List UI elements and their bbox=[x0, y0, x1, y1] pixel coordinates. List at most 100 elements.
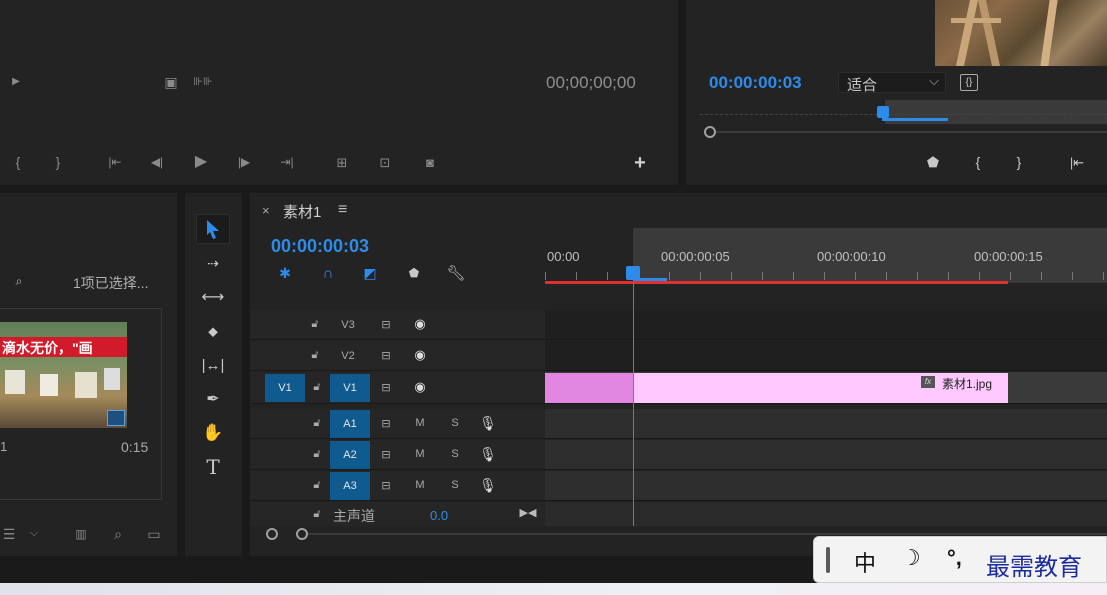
source-patch-v1[interactable]: V1 bbox=[265, 374, 305, 402]
insert-icon[interactable]: ⊞ bbox=[330, 152, 354, 172]
step-forward-icon[interactable]: |▶ bbox=[234, 153, 254, 171]
linked-selection-icon[interactable]: ◩ bbox=[360, 264, 380, 282]
lane-v3[interactable] bbox=[545, 310, 1107, 340]
selection-tool-icon[interactable] bbox=[196, 214, 230, 244]
ime-punct-toggle[interactable]: °, bbox=[947, 545, 962, 571]
search-bin-icon[interactable]: ⌕ bbox=[10, 273, 28, 289]
wrench-settings-icon[interactable]: 🔧︎ bbox=[446, 263, 466, 283]
close-sequence-icon[interactable]: × bbox=[262, 203, 270, 218]
snap-magnet-icon[interactable]: ∩ bbox=[318, 264, 338, 282]
mute-a1-button[interactable]: M bbox=[413, 416, 427, 430]
lock-master-icon[interactable]: 🔓︎ bbox=[310, 507, 324, 521]
program-go-to-in-icon[interactable]: |⇤ bbox=[1066, 153, 1088, 171]
solo-a3-button[interactable]: S bbox=[448, 478, 462, 492]
track-target-a3[interactable]: A3 bbox=[330, 472, 370, 500]
step-back-icon[interactable]: ◀| bbox=[147, 153, 167, 171]
master-track-expand-icon[interactable]: ▶◀ bbox=[519, 506, 537, 520]
eye-v2-icon[interactable]: ◉ bbox=[411, 347, 429, 362]
lock-v2-icon[interactable]: 🔓︎ bbox=[308, 348, 322, 362]
lock-v3-icon[interactable]: 🔓︎ bbox=[308, 317, 322, 331]
mute-a2-button[interactable]: M bbox=[413, 447, 427, 461]
lane-a3[interactable] bbox=[545, 471, 1107, 501]
lock-v1-icon[interactable]: 🔓︎ bbox=[310, 380, 324, 394]
add-marker-icon[interactable]: ⬟ bbox=[924, 153, 942, 171]
status-strip bbox=[0, 583, 1107, 595]
play-small-icon[interactable]: ▶ bbox=[8, 74, 24, 90]
sync-lock-v2-icon[interactable]: ⊟ bbox=[377, 348, 395, 362]
lock-a2-icon[interactable]: 🔓︎ bbox=[310, 447, 324, 461]
type-tool-icon[interactable]: T bbox=[196, 452, 230, 482]
add-button-icon[interactable]: + bbox=[630, 152, 650, 174]
program-timecode[interactable]: 00:00:00:03 bbox=[709, 73, 802, 93]
eye-v1-icon[interactable]: ◉ bbox=[411, 379, 429, 394]
ripple-edit-icon[interactable]: ⟷ bbox=[196, 282, 230, 312]
razor-icon[interactable]: ⬥ bbox=[196, 316, 230, 346]
mark-in-icon[interactable]: { bbox=[10, 153, 26, 171]
timeline-timecode[interactable]: 00:00:00:03 bbox=[271, 236, 369, 257]
pen-icon[interactable]: ✒ bbox=[196, 384, 230, 414]
sync-lock-a2-icon[interactable]: ⊟ bbox=[377, 447, 395, 461]
play-icon[interactable]: ▶ bbox=[190, 152, 212, 172]
program-ruler[interactable] bbox=[700, 100, 1107, 124]
program-monitor-panel: 00:00:00:03 适合 ⌵ {} ⬟ { } |⇤ bbox=[686, 0, 1107, 185]
fit-dropdown[interactable]: 适合 ⌵ bbox=[838, 72, 946, 94]
clip-segment-left[interactable] bbox=[545, 373, 633, 403]
sort-dropdown-icon[interactable]: ⌵ bbox=[28, 526, 40, 540]
sync-lock-a1-icon[interactable]: ⊟ bbox=[377, 416, 395, 430]
track-target-v1[interactable]: V1 bbox=[330, 374, 370, 402]
ime-lang-toggle[interactable]: 中 bbox=[854, 546, 876, 578]
list-view-icon[interactable]: ☰ bbox=[0, 526, 18, 542]
new-bin-icon[interactable]: ▭ bbox=[145, 526, 163, 542]
sync-lock-v3-icon[interactable]: ⊟ bbox=[377, 317, 395, 331]
clip-thumbnail-card[interactable]: 滴水无价，"画 1 0:15 bbox=[0, 308, 162, 500]
moon-icon[interactable]: ☽ bbox=[901, 545, 921, 571]
solo-a1-button[interactable]: S bbox=[448, 416, 462, 430]
time-ruler[interactable]: 00:00 00:00:00:05 00:00:00:10 00:00:00:1… bbox=[545, 228, 1107, 284]
program-mark-out-icon[interactable]: } bbox=[1011, 153, 1027, 171]
lane-v2[interactable] bbox=[545, 341, 1107, 371]
sync-lock-a3-icon[interactable]: ⊟ bbox=[377, 478, 395, 492]
program-playhead[interactable] bbox=[877, 106, 889, 118]
track-target-a1[interactable]: A1 bbox=[330, 410, 370, 438]
drag-audio-icon[interactable]: ⊪⊪ bbox=[193, 74, 213, 90]
drag-video-icon[interactable]: ▣ bbox=[163, 74, 179, 90]
find-icon[interactable]: ⌕ bbox=[110, 526, 126, 542]
export-frame-icon[interactable]: ◙ bbox=[420, 153, 440, 171]
program-mark-in-icon[interactable]: { bbox=[970, 153, 986, 171]
mark-out-icon[interactable]: } bbox=[50, 153, 66, 171]
overwrite-icon[interactable]: ⊡ bbox=[373, 152, 397, 172]
track-label-v3[interactable]: V3 bbox=[330, 310, 366, 340]
source-timecode[interactable]: 00;00;00;00 bbox=[546, 73, 636, 93]
freeform-view-icon[interactable]: ▥ bbox=[70, 526, 92, 542]
hand-icon[interactable]: ✋ bbox=[196, 418, 230, 448]
solo-a2-button[interactable]: S bbox=[448, 447, 462, 461]
master-volume-value[interactable]: 0.0 bbox=[430, 508, 448, 523]
settings-bracket-icon[interactable]: {} bbox=[960, 74, 978, 91]
add-marker-timeline-icon[interactable]: ⬟ bbox=[406, 264, 422, 282]
go-to-out-icon[interactable]: ⇥| bbox=[276, 153, 298, 171]
track-target-a2[interactable]: A2 bbox=[330, 441, 370, 469]
track-label-v2[interactable]: V2 bbox=[330, 341, 366, 371]
mic-a2-icon[interactable]: 🎙︎ bbox=[479, 446, 497, 462]
mic-a3-icon[interactable]: 🎙︎ bbox=[479, 477, 497, 493]
lane-a2[interactable] bbox=[545, 440, 1107, 470]
ime-drag-handle[interactable] bbox=[826, 547, 830, 573]
lock-a1-icon[interactable]: 🔓︎ bbox=[310, 416, 324, 430]
ime-toolbar[interactable]: 中 ☽ °, 最需教育 bbox=[813, 536, 1107, 583]
mic-a1-icon[interactable]: 🎙︎ bbox=[479, 415, 497, 431]
timeline-clip[interactable]: fx 素材1.jpg bbox=[633, 373, 1008, 403]
track-select-icon[interactable]: ⇢ bbox=[196, 248, 230, 278]
mute-a3-button[interactable]: M bbox=[413, 478, 427, 492]
sync-lock-v1-icon[interactable]: ⊟ bbox=[377, 380, 395, 394]
sequence-tab[interactable]: 素材1 bbox=[283, 201, 321, 222]
program-zoom-bar[interactable] bbox=[704, 126, 1107, 138]
lane-a1[interactable] bbox=[545, 409, 1107, 439]
slip-icon[interactable]: |↔| bbox=[196, 350, 230, 380]
track-header-v2: 🔓︎ V2 ⊟ ◉ bbox=[250, 341, 545, 371]
lock-a3-icon[interactable]: 🔓︎ bbox=[310, 478, 324, 492]
nest-sequence-icon[interactable]: ✱ bbox=[275, 264, 295, 282]
eye-v3-icon[interactable]: ◉ bbox=[411, 316, 429, 331]
track-header-a2: 🔓︎ A2 ⊟ M S 🎙︎ bbox=[250, 440, 545, 470]
panel-menu-icon[interactable]: ≡ bbox=[338, 201, 347, 219]
go-to-in-icon[interactable]: |⇤ bbox=[104, 153, 126, 171]
